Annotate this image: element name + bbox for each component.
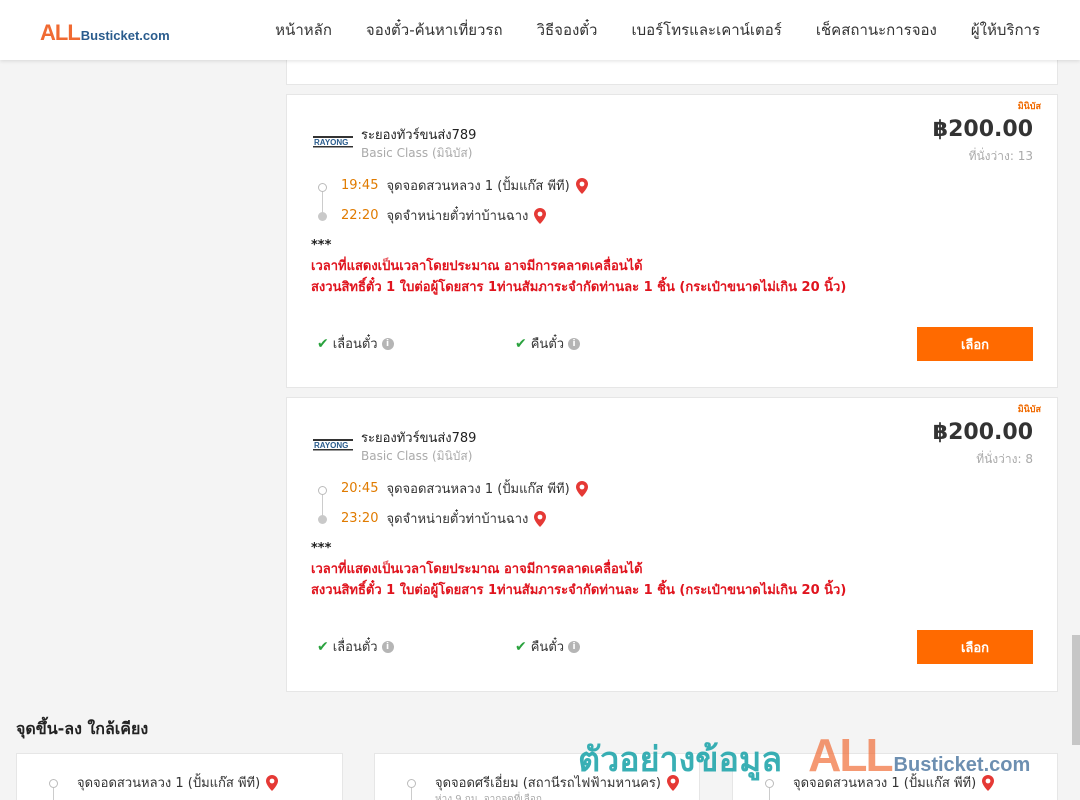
- select-trip-button[interactable]: เลือก: [917, 630, 1033, 664]
- policy-refund-label: คืนตั๋ว: [530, 337, 565, 352]
- check-icon: ✔: [515, 638, 527, 655]
- arrival-place: จุดจำหน่ายตั๋วท่าบ้านฉาง: [386, 512, 529, 527]
- policy-refund: ✔ คืนตั๋ว i: [515, 636, 581, 657]
- departure-dot: [318, 486, 327, 495]
- nearby-stop-name: จุดจอดสวนหลวง 1 (ปั้มแก๊ส พีที): [793, 772, 995, 793]
- info-icon[interactable]: i: [381, 337, 394, 350]
- map-pin-icon[interactable]: [534, 207, 547, 224]
- site-header: ALL Busticket.com หน้าหลัก จองตั๋ว-ค้นหา…: [0, 0, 1080, 60]
- departure-time: 20:45: [341, 481, 379, 496]
- seats-available: ที่นั่งว่าง: 13: [968, 149, 1033, 163]
- policy-reschedule-label: เลื่อนตั๋ว: [332, 337, 378, 352]
- bus-class: Basic Class (มินิบัส): [361, 146, 473, 160]
- nearby-stop-name: จุดจอดสวนหลวง 1 (ปั้มแก๊ส พีที): [77, 772, 279, 793]
- logo-all-text: ALL: [40, 20, 81, 45]
- trip-card: มินิบัส RAYONG ระยองทัวร์ขนส่ง789 Basic …: [286, 397, 1058, 692]
- policy-reschedule: ✔ เลื่อนตั๋ว i: [317, 333, 394, 354]
- rayong-logo: RAYONG: [313, 439, 353, 451]
- nav-how-to-book[interactable]: วิธีจองตั๋ว: [537, 18, 598, 42]
- svg-text:RAYONG: RAYONG: [314, 138, 348, 147]
- notes-luggage-warning: สงวนสิทธิ์ตั๋ว 1 ใบต่อผู้โดยสาร 1ท่านสัม…: [311, 280, 847, 295]
- logo-rest-text: Busticket.com: [80, 28, 170, 43]
- arrival-place: จุดจำหน่ายตั๋วท่าบ้านฉาง: [386, 209, 529, 224]
- operator-name: ระยองทัวร์ขนส่ง789: [361, 128, 477, 143]
- check-icon: ✔: [515, 335, 527, 352]
- arrival-time: 23:20: [341, 511, 379, 526]
- nearby-stop-distance: ห่าง 9 กม. จากจุดที่เลือก: [435, 794, 542, 800]
- departure-place: จุดจอดสวนหลวง 1 (ปั้มแก๊ส พีที): [386, 482, 570, 497]
- departure-stop: 19:45 จุดจอดสวนหลวง 1 (ปั้มแก๊ส พีที): [341, 175, 588, 196]
- info-icon[interactable]: i: [568, 337, 581, 350]
- policy-refund: ✔ คืนตั๋ว i: [515, 333, 581, 354]
- nav-operators[interactable]: ผู้ให้บริการ: [971, 18, 1040, 42]
- stop-line: [411, 788, 412, 800]
- bus-type-badge: มินิบัส: [1017, 102, 1041, 112]
- main-nav: หน้าหลัก จองตั๋ว-ค้นหาเที่ยวรถ วิธีจองตั…: [275, 0, 1040, 60]
- trip-notes: *** เวลาที่แสดงเป็นเวลาโดยประมาณ อาจมีกา…: [311, 235, 846, 298]
- route-timeline: 20:45 จุดจอดสวนหลวง 1 (ปั้มแก๊ส พีที) 23…: [313, 476, 713, 536]
- trip-card: มินิบัส RAYONG ระยองทัวร์ขนส่ง789 Basic …: [286, 94, 1058, 388]
- info-icon[interactable]: i: [381, 640, 394, 653]
- nearby-stops-title: จุดขึ้น-ลง ใกล้เคียง: [16, 719, 149, 738]
- stop-line: [769, 788, 770, 800]
- site-logo[interactable]: ALL Busticket.com: [40, 20, 170, 46]
- bus-class: Basic Class (มินิบัส): [361, 449, 473, 463]
- map-pin-icon[interactable]: [666, 774, 679, 791]
- notes-luggage-warning: สงวนสิทธิ์ตั๋ว 1 ใบต่อผู้โดยสาร 1ท่านสัม…: [311, 583, 847, 598]
- arrival-stop: 22:20 จุดจำหน่ายตั๋วท่าบ้านฉาง: [341, 205, 547, 226]
- policy-reschedule: ✔ เลื่อนตั๋ว i: [317, 636, 394, 657]
- notes-time-warning: เวลาที่แสดงเป็นเวลาโดยประมาณ อาจมีการคลา…: [311, 562, 643, 577]
- nav-contact-counters[interactable]: เบอร์โทรและเคาน์เตอร์: [631, 18, 781, 42]
- stop-line: [53, 788, 54, 800]
- nearby-stop-card[interactable]: จุดจอดสวนหลวง 1 (ปั้มแก๊ส พีที): [732, 753, 1058, 800]
- trip-price: ฿200.00: [932, 117, 1033, 142]
- svg-text:RAYONG: RAYONG: [314, 441, 348, 450]
- arrival-time: 22:20: [341, 208, 379, 223]
- nav-home[interactable]: หน้าหลัก: [275, 18, 332, 42]
- departure-stop: 20:45 จุดจอดสวนหลวง 1 (ปั้มแก๊ส พีที): [341, 478, 588, 499]
- check-icon: ✔: [317, 638, 329, 655]
- nav-booking-status[interactable]: เช็คสถานะการจอง: [816, 18, 937, 42]
- page-scrollbar[interactable]: [1072, 60, 1080, 800]
- arrival-dot: [318, 212, 327, 221]
- seats-available: ที่นั่งว่าง: 8: [976, 452, 1033, 466]
- map-pin-icon[interactable]: [575, 480, 588, 497]
- rayong-logo: RAYONG: [313, 136, 353, 148]
- nearby-stop-label: จุดจอดสวนหลวง 1 (ปั้มแก๊ส พีที): [77, 776, 261, 791]
- check-icon: ✔: [317, 335, 329, 352]
- map-pin-icon[interactable]: [575, 177, 588, 194]
- arrival-stop: 23:20 จุดจำหน่ายตั๋วท่าบ้านฉาง: [341, 508, 547, 529]
- stop-dot: [407, 779, 416, 788]
- arrival-dot: [318, 515, 327, 524]
- policy-reschedule-label: เลื่อนตั๋ว: [332, 640, 378, 655]
- map-pin-icon[interactable]: [534, 510, 547, 527]
- nearby-stop-name: จุดจอดศรีเอี่ยม (สถานีรถไฟฟ้ามหานคร): [435, 772, 679, 793]
- trip-card-previous: [286, 60, 1058, 85]
- info-icon[interactable]: i: [568, 640, 581, 653]
- nearby-stop-card[interactable]: จุดจอดศรีเอี่ยม (สถานีรถไฟฟ้ามหานคร) ห่า…: [374, 753, 700, 800]
- stop-dot: [765, 779, 774, 788]
- bus-type-badge: มินิบัส: [1017, 405, 1041, 415]
- departure-dot: [318, 183, 327, 192]
- departure-place: จุดจอดสวนหลวง 1 (ปั้มแก๊ส พีที): [386, 179, 570, 194]
- nearby-stop-card[interactable]: จุดจอดสวนหลวง 1 (ปั้มแก๊ส พีที): [16, 753, 343, 800]
- departure-time: 19:45: [341, 178, 379, 193]
- nearby-stop-label: จุดจอดศรีเอี่ยม (สถานีรถไฟฟ้ามหานคร): [435, 776, 661, 791]
- scrollbar-thumb[interactable]: [1072, 635, 1080, 745]
- route-timeline: 19:45 จุดจอดสวนหลวง 1 (ปั้มแก๊ส พีที) 22…: [313, 173, 713, 233]
- nearby-stop-label: จุดจอดสวนหลวง 1 (ปั้มแก๊ส พีที): [793, 776, 977, 791]
- map-pin-icon[interactable]: [266, 774, 279, 791]
- map-pin-icon[interactable]: [982, 774, 995, 791]
- nav-book-search[interactable]: จองตั๋ว-ค้นหาเที่ยวรถ: [366, 18, 503, 42]
- notes-stars: ***: [311, 541, 332, 556]
- stop-dot: [49, 779, 58, 788]
- select-trip-button[interactable]: เลือก: [917, 327, 1033, 361]
- operator-name: ระยองทัวร์ขนส่ง789: [361, 431, 477, 446]
- notes-stars: ***: [311, 238, 332, 253]
- policy-refund-label: คืนตั๋ว: [530, 640, 565, 655]
- trip-price: ฿200.00: [932, 420, 1033, 445]
- trip-notes: *** เวลาที่แสดงเป็นเวลาโดยประมาณ อาจมีกา…: [311, 538, 846, 601]
- notes-time-warning: เวลาที่แสดงเป็นเวลาโดยประมาณ อาจมีการคลา…: [311, 259, 643, 274]
